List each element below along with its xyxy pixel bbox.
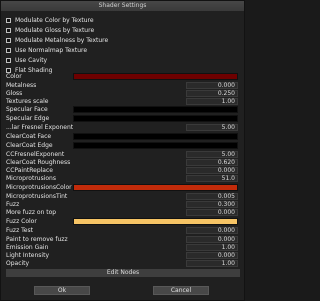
checkbox-box[interactable] xyxy=(6,17,11,23)
checkbox-box[interactable] xyxy=(6,37,11,43)
microprotrusions-tint-row: MicroprotrusionsTint 0.005 xyxy=(6,193,240,201)
clearcoat-face-row: ClearCoat Face xyxy=(6,133,240,141)
cancel-button[interactable]: Cancel xyxy=(153,286,209,295)
paint-remove-fuzz-field[interactable]: 0.000 xyxy=(186,236,238,243)
metalness-row: Metalness 0.000 xyxy=(6,82,240,90)
emission-gain-row: Emission Gain 1.00 xyxy=(6,244,240,252)
checkbox-box[interactable] xyxy=(6,57,11,63)
textures-scale-field[interactable]: 1.00 xyxy=(186,98,238,105)
modulate-gloss-checkbox[interactable]: Modulate Gloss by Texture xyxy=(6,26,94,34)
checkbox-box[interactable] xyxy=(6,47,11,53)
ccpaint-replace-field[interactable]: 0.000 xyxy=(186,167,238,174)
use-normalmap-checkbox[interactable]: Use Normalmap Texture xyxy=(6,46,87,54)
clearcoat-face-swatch[interactable] xyxy=(73,133,238,140)
ccfresnel-row: CCFresnelExponent 5.00 xyxy=(6,151,240,159)
microprotrusions-color-row: MicroprotrusionsColor xyxy=(6,184,240,192)
clearcoat-edge-row: ClearCoat Edge xyxy=(6,142,240,150)
microprotrusions-tint-field[interactable]: 0.005 xyxy=(186,193,238,200)
specular-face-swatch[interactable] xyxy=(73,106,238,113)
light-intensity-field[interactable]: 0.000 xyxy=(186,252,238,259)
checkbox-box[interactable] xyxy=(6,67,11,73)
microprotrusions-color-swatch[interactable] xyxy=(73,184,238,191)
use-cavity-checkbox[interactable]: Use Cavity xyxy=(6,56,47,64)
specular-edge-row: Specular Edge xyxy=(6,115,240,123)
fuzz-row: Fuzz 0.300 xyxy=(6,201,240,209)
clearcoat-edge-swatch[interactable] xyxy=(73,142,238,149)
gloss-field[interactable]: 0.250 xyxy=(186,90,238,97)
paint-remove-fuzz-row: Paint to remove fuzz 0.000 xyxy=(6,236,240,244)
ok-button[interactable]: Ok xyxy=(34,286,90,295)
fuzz-field[interactable]: 0.300 xyxy=(186,201,238,208)
metalness-field[interactable]: 0.000 xyxy=(186,82,238,89)
window-title: Shader Settings xyxy=(1,1,244,11)
specular-edge-swatch[interactable] xyxy=(73,115,238,122)
textures-scale-row: Textures scale 1.00 xyxy=(6,98,240,106)
opacity-field[interactable]: 1.00 xyxy=(186,260,238,267)
cc-roughness-row: ClearCoat Roughness 0.620 xyxy=(6,159,240,167)
modulate-color-checkbox[interactable]: Modulate Color by Texture xyxy=(6,16,94,24)
fuzz-test-row: Fuzz Test 0.000 xyxy=(6,227,240,235)
light-intensity-row: Light Intensity 0.000 xyxy=(6,252,240,260)
emission-gain-field[interactable]: 1.00 xyxy=(186,244,238,251)
shader-settings-window: Shader Settings Modulate Color by Textur… xyxy=(0,0,245,301)
modulate-metalness-checkbox[interactable]: Modulate Metalness by Texture xyxy=(6,36,108,44)
checkbox-box[interactable] xyxy=(6,27,11,33)
microprotrusions-row: Microprotrusions 51.0 xyxy=(6,175,240,183)
opacity-row: Opacity 1.00 xyxy=(6,260,240,268)
more-fuzz-row: More fuzz on top 0.000 xyxy=(6,209,240,217)
fuzz-test-field[interactable]: 0.000 xyxy=(186,227,238,234)
color-swatch[interactable] xyxy=(73,73,238,80)
fuzz-color-swatch[interactable] xyxy=(73,218,238,225)
ccpaint-replace-row: CCPaintReplace 0.000 xyxy=(6,167,240,175)
fuzz-color-row: Fuzz Color xyxy=(6,218,240,226)
gloss-row: Gloss 0.250 xyxy=(6,90,240,98)
fresnel-exponent-row: ...lar Fresnel Exponent 5.00 xyxy=(6,124,240,132)
fresnel-exponent-field[interactable]: 5.00 xyxy=(186,124,238,131)
microprotrusions-field[interactable]: 51.0 xyxy=(186,175,238,182)
edit-nodes-button[interactable]: Edit Nodes xyxy=(6,269,240,277)
ccfresnel-field[interactable]: 5.00 xyxy=(186,151,238,158)
specular-face-row: Specular Face xyxy=(6,106,240,114)
more-fuzz-field[interactable]: 0.000 xyxy=(186,209,238,216)
cc-roughness-field[interactable]: 0.620 xyxy=(186,159,238,166)
color-row: Color xyxy=(6,73,240,81)
